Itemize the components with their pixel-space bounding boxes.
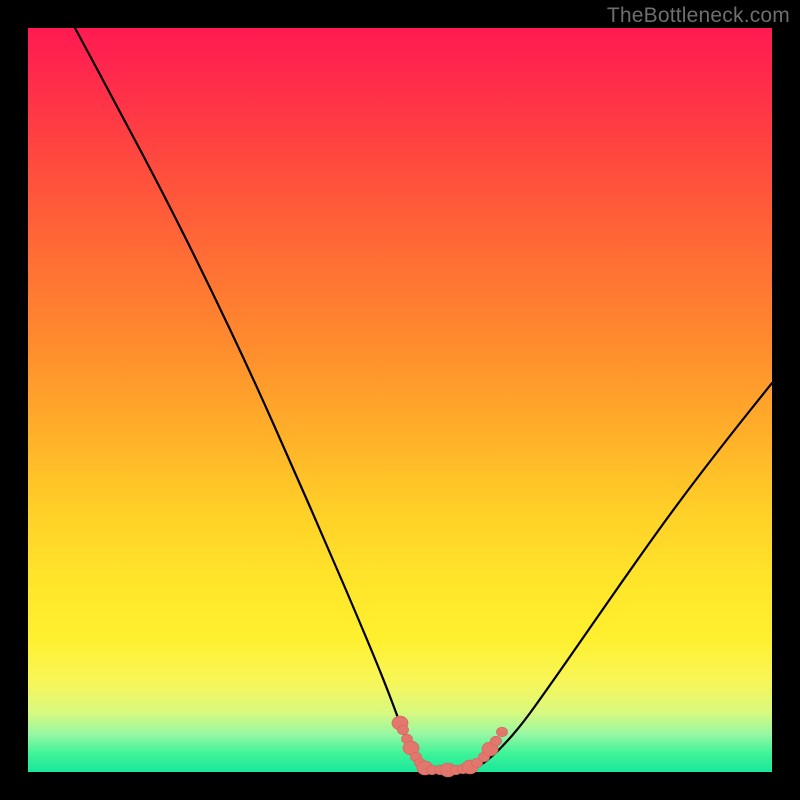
marker-dot bbox=[497, 727, 508, 736]
marker-cluster bbox=[392, 716, 508, 777]
plot-area bbox=[28, 28, 772, 772]
marker-dot bbox=[491, 736, 502, 745]
curve-group bbox=[75, 28, 772, 770]
marker-dot bbox=[398, 725, 409, 734]
curve-right-branch bbox=[468, 383, 772, 770]
curve-left-branch bbox=[75, 28, 426, 770]
chart-svg bbox=[28, 28, 772, 772]
watermark-text: TheBottleneck.com bbox=[607, 4, 790, 28]
chart-frame: TheBottleneck.com bbox=[0, 0, 800, 800]
